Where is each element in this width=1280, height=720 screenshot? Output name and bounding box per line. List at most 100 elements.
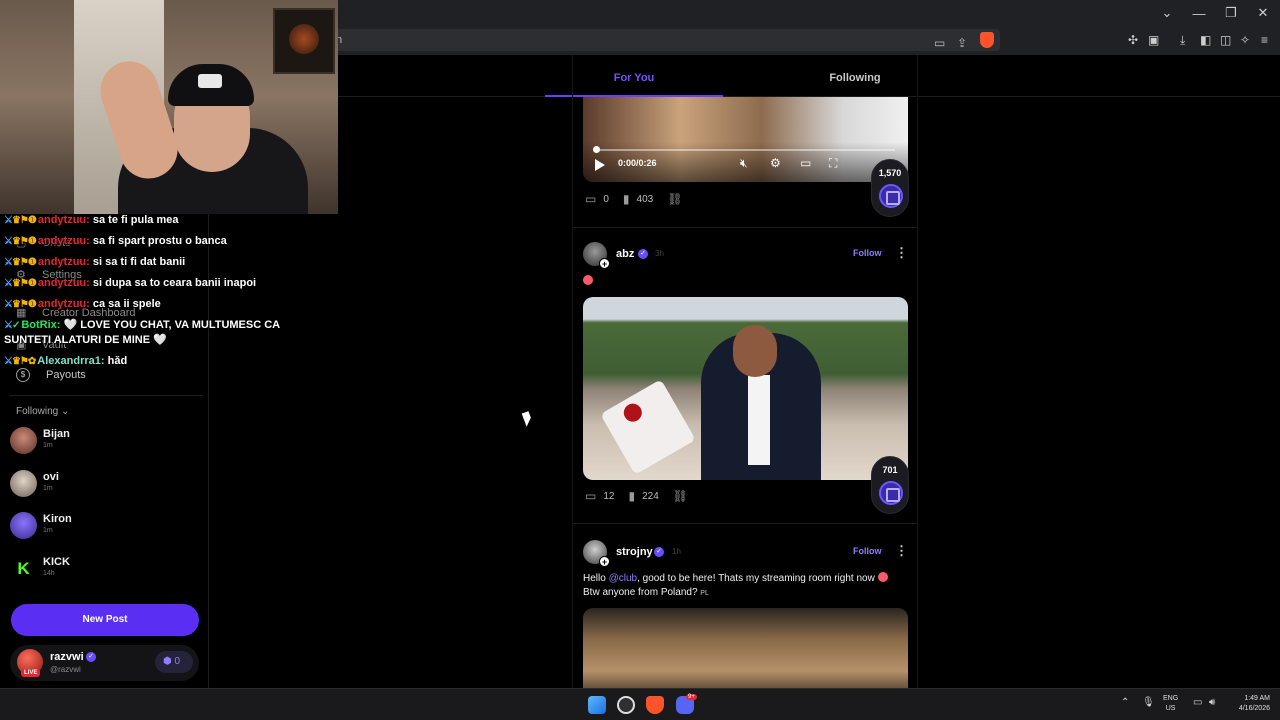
verified-icon: ✓ bbox=[638, 249, 648, 259]
coin-tip-button[interactable]: 701 bbox=[871, 456, 909, 514]
mute-icon[interactable]: 🔇︎ bbox=[740, 156, 748, 171]
leo-ai-icon[interactable]: ✧ bbox=[1240, 33, 1250, 47]
coin-icon: ⬢ bbox=[163, 656, 172, 667]
post-image[interactable] bbox=[583, 297, 908, 480]
post-separator bbox=[573, 227, 917, 228]
extensions-icon[interactable]: ✣ bbox=[1128, 33, 1138, 47]
chat-message: ⚔♛⚑❶ andytzuu: ca sa ii spele bbox=[4, 294, 304, 315]
post-author[interactable]: abz bbox=[616, 248, 634, 260]
comment-count: 12 bbox=[603, 490, 615, 502]
following-item-ovi[interactable]: ovi 1m bbox=[10, 470, 200, 500]
input-language-indicator[interactable]: ENG US bbox=[1163, 694, 1178, 714]
chat-message: ⚔♛⚑❶ andytzuu: si sa ti fi dat banii bbox=[4, 252, 304, 273]
microphone-icon[interactable]: 🎙︎ bbox=[1142, 697, 1155, 708]
following-name: KICK bbox=[43, 556, 70, 568]
video-time: 0:00/0:26 bbox=[618, 158, 657, 168]
emoji-icon bbox=[877, 572, 888, 582]
post-image[interactable] bbox=[583, 608, 908, 688]
brave-browser-icon[interactable] bbox=[646, 696, 664, 714]
new-post-button[interactable]: New Post bbox=[11, 604, 199, 636]
chat-username: BotRix: bbox=[21, 319, 61, 331]
following-section-toggle[interactable]: Following ⌄ bbox=[16, 406, 69, 417]
obs-icon[interactable] bbox=[617, 696, 635, 714]
plus-icon[interactable]: + bbox=[599, 258, 610, 269]
current-user-card[interactable]: LIVE razvwi ✓ @razvwi ⬢ 0 bbox=[10, 645, 199, 681]
post-author[interactable]: strojny bbox=[616, 546, 653, 558]
post-text: Btw anyone from Poland? bbox=[583, 587, 698, 598]
cast-icon[interactable]: ▭ bbox=[934, 32, 945, 54]
link-icon[interactable]: ⛓ bbox=[667, 192, 682, 206]
mention-link[interactable]: @club bbox=[609, 573, 638, 584]
windows-start-icon[interactable] bbox=[588, 696, 606, 714]
follow-button[interactable]: Follow bbox=[853, 546, 882, 556]
avatar bbox=[10, 470, 37, 497]
maximize-button[interactable]: ❐ bbox=[1224, 5, 1238, 21]
chat-text: si sa ti fi dat banii bbox=[92, 256, 186, 268]
volume-icon[interactable]: 🔊︎ bbox=[1209, 697, 1215, 708]
post-separator bbox=[573, 523, 917, 524]
chevron-down-icon: ⌄ bbox=[61, 406, 70, 417]
more-options-icon[interactable]: ⋮ bbox=[895, 543, 908, 559]
language-code: ENG bbox=[1163, 695, 1179, 702]
following-name: ovi bbox=[43, 471, 59, 483]
divider bbox=[10, 395, 203, 396]
comment-icon[interactable]: ▭ bbox=[585, 489, 596, 503]
close-button[interactable]: ✕ bbox=[1256, 5, 1270, 21]
post-stats: ▭ 12 ▮ 224 ⛓ bbox=[585, 488, 695, 504]
chat-badges-icon: ⚔✓ bbox=[4, 320, 20, 331]
chat-text: sa fi spart prostu o banca bbox=[92, 235, 227, 247]
view-count: 224 bbox=[642, 490, 659, 502]
fullscreen-icon[interactable]: ⛶ bbox=[829, 156, 837, 171]
download-icon[interactable]: ⤓ bbox=[1180, 33, 1185, 48]
link-icon[interactable]: ⛓ bbox=[673, 489, 688, 503]
minimize-button[interactable]: — bbox=[1192, 6, 1206, 21]
share-icon[interactable]: ⇪ bbox=[957, 32, 967, 54]
following-time: 1m bbox=[43, 527, 53, 534]
plus-icon[interactable]: + bbox=[599, 556, 610, 567]
emoji-icon bbox=[583, 275, 593, 285]
settings-icon[interactable]: ⚙ bbox=[770, 156, 781, 170]
chat-message: ⚔♛⚑❶ andytzuu: si dupa sa to ceara banii … bbox=[4, 273, 304, 294]
webcam-person bbox=[168, 64, 254, 106]
coin-balance[interactable]: ⬢ 0 bbox=[155, 651, 193, 673]
post-body: Hello @club, good to be here! Thats my s… bbox=[583, 572, 908, 601]
coin-count: 701 bbox=[882, 465, 898, 475]
brave-shields-icon[interactable] bbox=[980, 32, 994, 48]
following-time: 1m bbox=[43, 442, 53, 449]
view-count: 403 bbox=[636, 193, 654, 205]
wallet-panel-icon[interactable]: ◫ bbox=[1220, 33, 1231, 47]
views-icon: ▮ bbox=[628, 489, 636, 503]
network-icon[interactable]: ▭ bbox=[1193, 697, 1202, 708]
following-item-kiron[interactable]: Kiron 1m bbox=[10, 512, 200, 542]
chat-badges-icon: ⚔♛⚑❶ bbox=[4, 299, 37, 310]
video-scrubber[interactable] bbox=[593, 146, 600, 153]
post-time: 1h bbox=[672, 547, 681, 556]
address-bar[interactable]: n ▭ ⇪ bbox=[330, 29, 1000, 51]
system-clock[interactable]: 1:49 AM 4/16/2026 bbox=[1228, 694, 1270, 714]
video-progress-bar[interactable] bbox=[595, 149, 895, 151]
following-time: 14h bbox=[43, 570, 55, 577]
menu-icon[interactable]: ≡ bbox=[1261, 33, 1268, 47]
mouse-cursor-icon bbox=[521, 411, 534, 427]
tab-dropdown-icon[interactable]: ⌄ bbox=[1160, 5, 1174, 21]
post-video[interactable]: 0:00/0:26 🔇︎ ⚙ ▭ ⛶ bbox=[583, 97, 908, 182]
more-options-icon[interactable]: ⋮ bbox=[895, 245, 908, 261]
chat-text: hăd bbox=[107, 355, 128, 367]
play-icon[interactable] bbox=[595, 159, 605, 171]
views-icon: ▮ bbox=[622, 192, 630, 206]
following-item-kick[interactable]: K KICK 14h bbox=[10, 555, 200, 585]
wallet-icon[interactable]: ▣ bbox=[1148, 33, 1159, 47]
chat-username: andytzuu: bbox=[37, 235, 90, 247]
follow-button[interactable]: Follow bbox=[853, 248, 882, 258]
picture-in-picture-icon[interactable]: ▭ bbox=[800, 156, 811, 170]
image-detail bbox=[748, 375, 770, 465]
avatar bbox=[10, 512, 37, 539]
coin-tip-button[interactable]: 1,570 bbox=[871, 159, 909, 217]
post-header: + strojny ✓ 1h Follow ⋮ bbox=[583, 540, 908, 567]
chevron-up-icon[interactable]: ⌃ bbox=[1121, 697, 1129, 708]
image-detail bbox=[733, 325, 777, 377]
stream-chat-overlay: ⚔♛⚑❶ andytzuu: sa te fi pula mea ⚔♛⚑❶ andy… bbox=[4, 210, 304, 372]
comment-icon[interactable]: ▭ bbox=[585, 192, 596, 206]
sidebar-toggle-icon[interactable]: ◧ bbox=[1200, 33, 1211, 47]
following-item-bijan[interactable]: Bijan 1m bbox=[10, 427, 200, 457]
